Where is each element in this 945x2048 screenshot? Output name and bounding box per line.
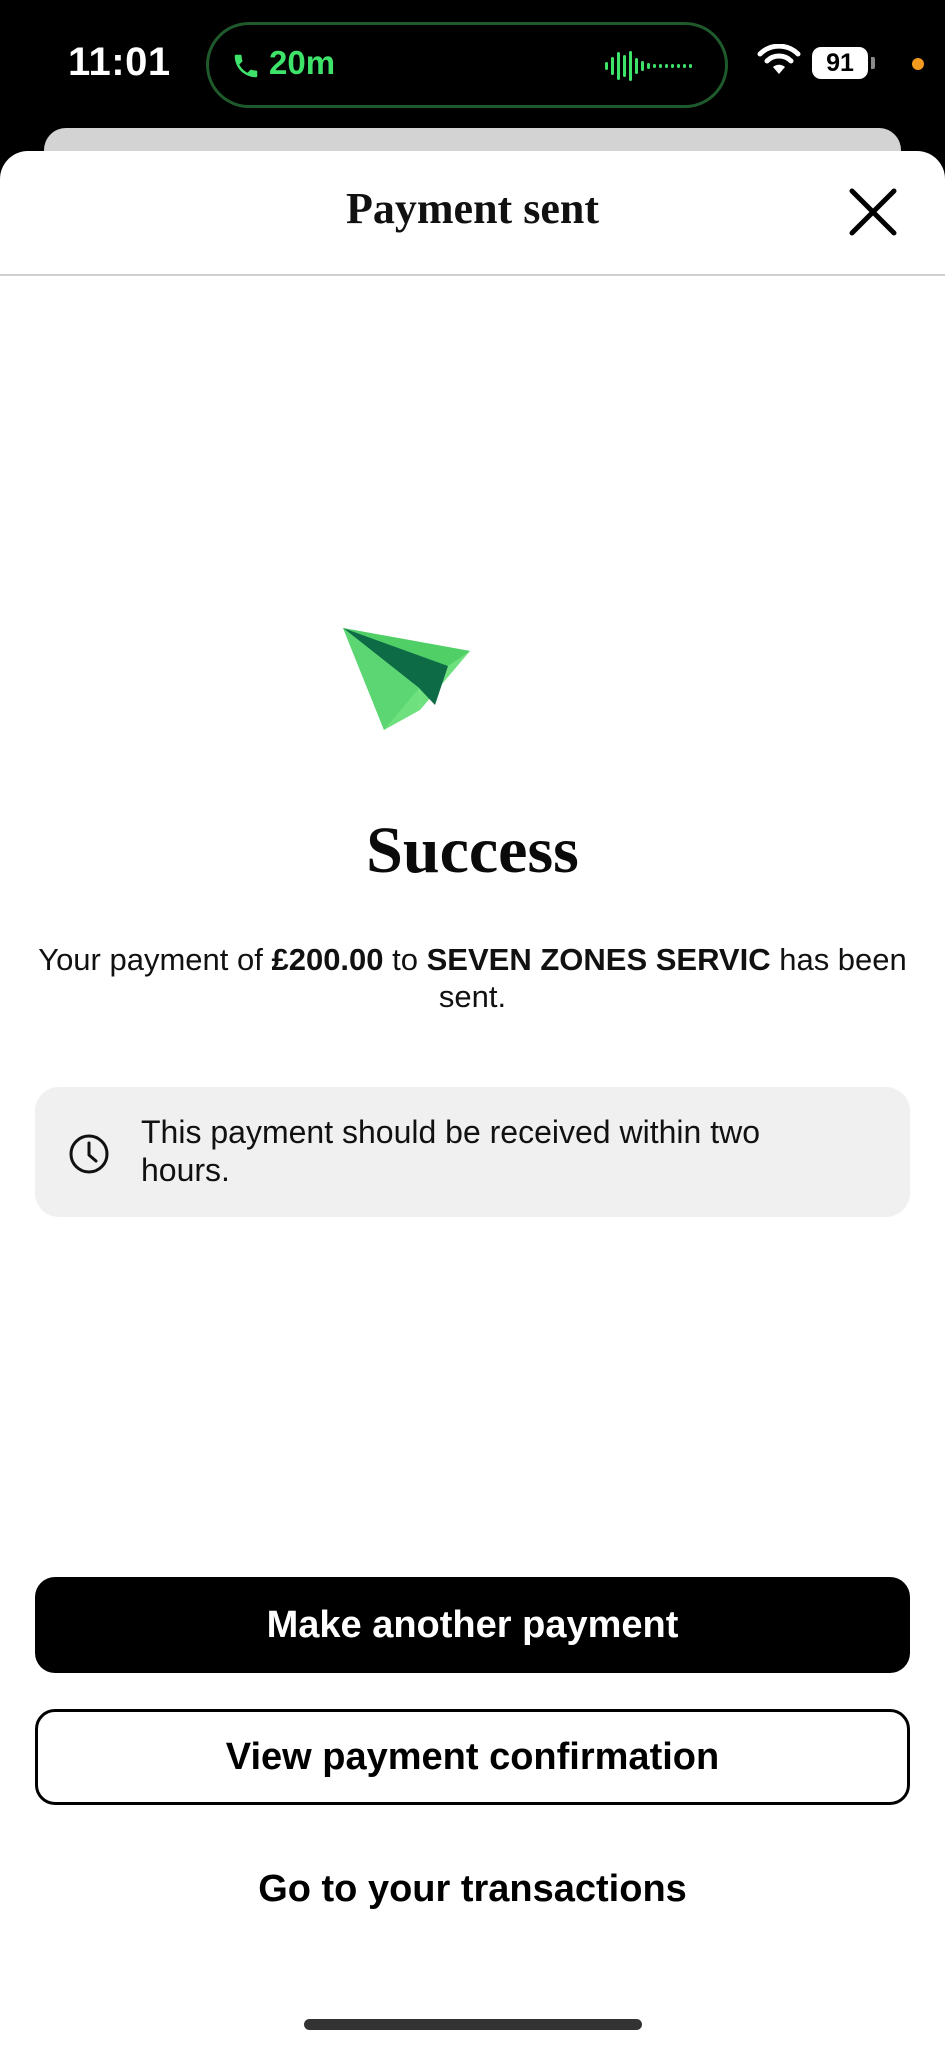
- wifi-icon: [757, 44, 801, 74]
- phone-icon: [234, 54, 258, 78]
- message-prefix: Your payment of: [38, 942, 272, 977]
- phone-screen: 11:01 20m 91 Payment sent Success Your p…: [0, 0, 945, 2048]
- view-payment-confirmation-button[interactable]: View payment confirmation: [35, 1709, 910, 1805]
- payment-confirmation-message: Your payment of £200.00 to SEVEN ZONES S…: [34, 941, 911, 1015]
- privacy-indicator-dot: [912, 58, 924, 70]
- sheet-header: Payment sent: [0, 151, 945, 276]
- payee-name: SEVEN ZONES SERVIC: [426, 942, 771, 977]
- page-title: Payment sent: [346, 184, 599, 233]
- delivery-time-text: This payment should be received within t…: [141, 1114, 760, 1188]
- home-indicator[interactable]: [304, 2019, 642, 2030]
- message-middle: to: [383, 942, 427, 977]
- make-another-payment-button[interactable]: Make another payment: [35, 1577, 910, 1673]
- success-heading: Success: [366, 814, 579, 887]
- waveform-icon: [605, 51, 692, 81]
- call-timer: 20m: [269, 44, 336, 81]
- battery-tip: [871, 57, 875, 69]
- payment-sent-sheet: Payment sent Success Your payment of £20…: [0, 151, 945, 2048]
- clock-icon: [69, 1134, 109, 1174]
- active-call-pill[interactable]: 20m: [206, 22, 728, 108]
- battery-icon: 91: [812, 47, 868, 79]
- status-bar: 11:01 20m 91: [0, 0, 945, 130]
- close-icon[interactable]: [846, 185, 900, 239]
- paper-plane-icon: [343, 628, 470, 730]
- payment-amount: £200.00: [271, 942, 384, 977]
- go-to-transactions-link[interactable]: Go to your transactions: [35, 1841, 910, 1937]
- status-time: 11:01: [68, 40, 171, 84]
- delivery-time-notice: This payment should be received within t…: [35, 1087, 910, 1217]
